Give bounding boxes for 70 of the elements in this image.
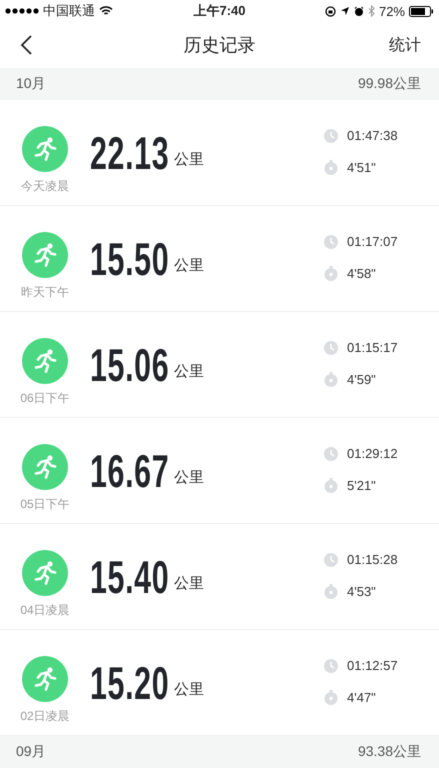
run-record-row[interactable]: 06日下午 15.06 公里 01:15:17 4'59" <box>0 312 439 418</box>
duration-value: 01:17:07 <box>347 234 398 249</box>
runner-icon <box>22 444 68 490</box>
run-record-row[interactable]: 05日下午 16.67 公里 01:29:12 5'21" <box>0 418 439 524</box>
clock-icon <box>324 234 338 248</box>
page-title: 历史记录 <box>184 34 256 57</box>
stopwatch-icon <box>324 690 338 705</box>
month-total: 99.98公里 <box>358 75 421 93</box>
distance-unit: 公里 <box>174 680 204 699</box>
pace-value: 4'47" <box>347 690 376 705</box>
back-icon[interactable] <box>20 35 32 55</box>
stopwatch-icon <box>324 266 338 281</box>
carrier-name: 中国联通 <box>43 2 95 20</box>
distance-value: 15.20 <box>90 656 170 710</box>
stopwatch-icon <box>324 584 338 599</box>
runner-icon <box>22 338 68 384</box>
duration-value: 01:12:57 <box>347 658 398 673</box>
distance-value: 15.50 <box>90 232 170 286</box>
pace-value: 4'51" <box>347 160 376 175</box>
wifi-icon <box>99 6 113 16</box>
run-time-label: 04日凌晨 <box>20 602 70 619</box>
run-time-label: 昨天下午 <box>21 284 69 301</box>
statistics-button[interactable]: 统计 <box>389 32 421 58</box>
pace-value: 4'59" <box>347 372 376 387</box>
runner-icon <box>22 232 68 278</box>
rotation-lock-icon <box>324 6 336 16</box>
pace-value: 4'53" <box>347 584 376 599</box>
run-time-label: 02日凌晨 <box>20 708 70 725</box>
location-arrow-icon <box>340 6 350 16</box>
clock-icon <box>324 552 338 566</box>
clock-icon <box>324 128 338 142</box>
month-total: 93.38公里 <box>358 743 421 761</box>
clock-icon <box>324 446 338 460</box>
run-time-label: 05日下午 <box>20 496 70 513</box>
runner-icon <box>22 126 68 172</box>
battery-icon <box>409 6 434 16</box>
duration-value: 01:15:28 <box>347 552 398 567</box>
distance-unit: 公里 <box>174 468 204 487</box>
stopwatch-icon <box>324 372 338 387</box>
duration-value: 01:15:17 <box>347 340 398 355</box>
run-time-label: 06日下午 <box>20 390 70 407</box>
run-record-row[interactable]: 昨天下午 15.50 公里 01:17:07 4'58" <box>0 206 439 312</box>
distance-unit: 公里 <box>174 256 204 275</box>
bluetooth-icon <box>368 5 375 17</box>
alarm-clock-icon <box>354 6 364 16</box>
runner-icon <box>22 550 68 596</box>
stopwatch-icon <box>324 160 338 175</box>
month-label: 09月 <box>16 743 46 761</box>
distance-value: 22.13 <box>90 126 170 180</box>
signal-icon <box>5 8 39 14</box>
duration-value: 01:47:38 <box>347 128 398 143</box>
duration-value: 01:29:12 <box>347 446 398 461</box>
stopwatch-icon <box>324 478 338 493</box>
distance-value: 15.06 <box>90 338 170 392</box>
runner-icon <box>22 656 68 702</box>
distance-unit: 公里 <box>174 574 204 593</box>
run-record-row[interactable]: 04日凌晨 15.40 公里 01:15:28 4'53" <box>0 524 439 630</box>
distance-value: 16.67 <box>90 444 170 498</box>
pace-value: 4'58" <box>347 266 376 281</box>
pace-value: 5'21" <box>347 478 376 493</box>
clock-icon <box>324 340 338 354</box>
clock-icon <box>324 658 338 672</box>
battery-percent: 72% <box>378 4 405 18</box>
distance-unit: 公里 <box>174 362 204 381</box>
month-label: 10月 <box>16 75 46 93</box>
run-time-label: 今天凌晨 <box>21 178 69 195</box>
distance-value: 15.40 <box>90 550 170 604</box>
distance-unit: 公里 <box>174 150 204 169</box>
status-time: 上午7:40 <box>193 2 246 20</box>
run-record-row[interactable]: 今天凌晨 22.13 公里 01:47:38 4'51" <box>0 100 439 206</box>
